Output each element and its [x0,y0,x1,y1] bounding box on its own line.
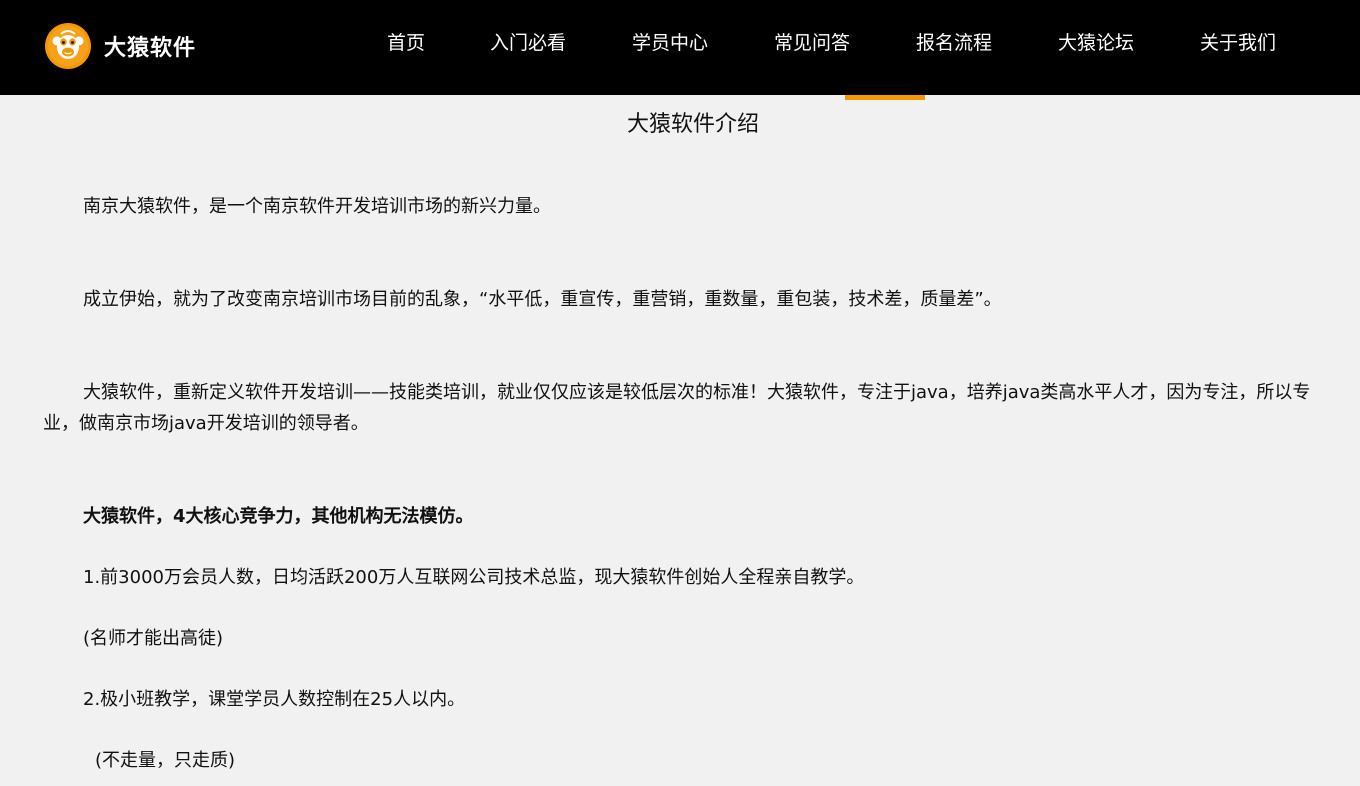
nav-item-getting-started[interactable]: 入门必看 [456,0,600,95]
page-title: 大猿软件介绍 [626,112,759,137]
brand-name: 大猿软件 [104,36,197,61]
positioning-paragraph: 大猿软件，重新定义软件开发培训——技能类培训，就业仅仅应该是较低层次的标准！大猿… [43,382,1311,434]
nav-item-home[interactable]: 首页 [356,0,456,95]
intro-paragraph: 南京大猿软件，是一个南京软件开发培训市场的新兴力量。 [83,196,551,217]
nav-item-student-center[interactable]: 学员中心 [600,0,740,95]
strength-note-2: (不走量，只走质) [95,750,236,771]
core-strengths-heading: 大猿软件，4大核心竞争力，其他机构无法模仿。 [83,506,474,527]
top-navigation-bar: 大猿软件 首页 入门必看 学员中心 常见问答 报名流程 大猿论坛 关于我们 [0,0,1360,95]
strength-item-2: 2.极小班教学，课堂学员人数控制在25人以内。 [83,689,466,710]
nav-item-enrollment[interactable]: 报名流程 [884,0,1024,95]
main-nav: 首页 入门必看 学员中心 常见问答 报名流程 大猿论坛 关于我们 [356,0,1308,95]
nav-item-forum[interactable]: 大猿论坛 [1024,0,1168,95]
nav-item-about-us[interactable]: 关于我们 [1168,0,1308,95]
nav-item-faq[interactable]: 常见问答 [740,0,884,95]
strength-note-1: (名师才能出高徒) [83,628,224,649]
article-content: 大猿软件介绍 南京大猿软件，是一个南京软件开发培训市场的新兴力量。 成立伊始，就… [43,96,1328,776]
monkey-logo-icon [45,23,91,69]
strength-item-1: 1.前3000万会员人数，日均活跃200万人互联网公司技术总监，现大猿软件创始人… [83,567,865,588]
brand-logo-link[interactable]: 大猿软件 [44,22,196,70]
mission-paragraph: 成立伊始，就为了改变南京培训市场目前的乱象，“水平低，重宣传，重营销，重数量，重… [83,289,1002,310]
